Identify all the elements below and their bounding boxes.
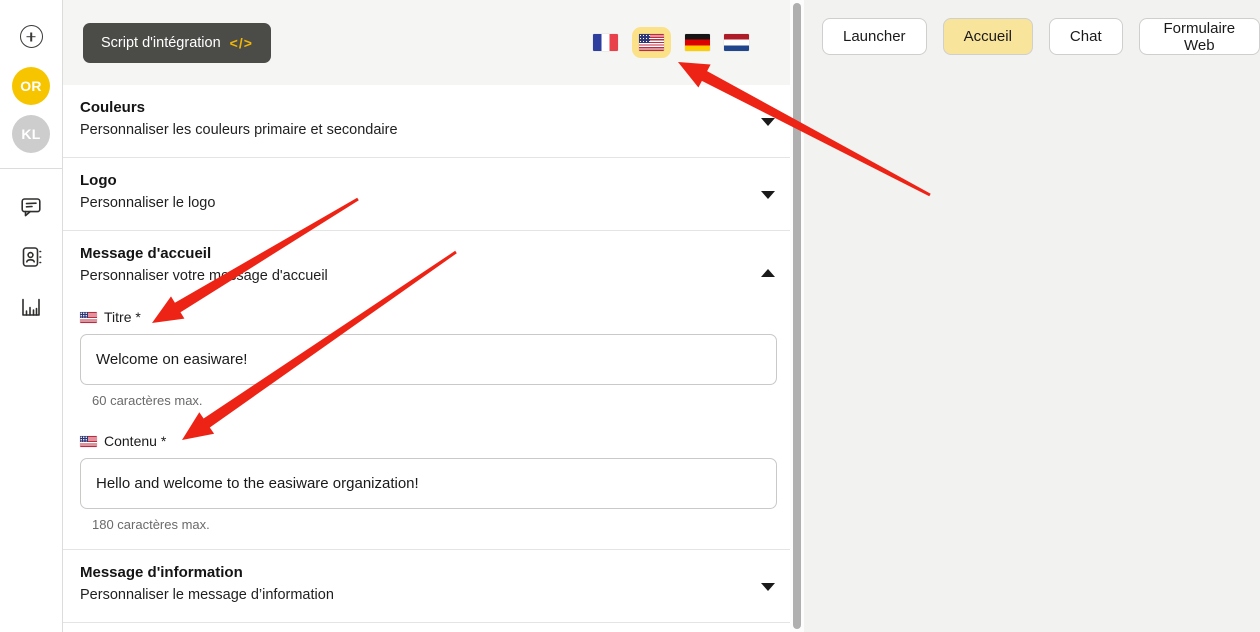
language-german[interactable]	[685, 34, 710, 51]
avatar-or[interactable]: OR	[12, 67, 50, 105]
section-title: Logo	[80, 170, 730, 191]
section-subtitle: Personnaliser le message d’information	[80, 585, 730, 605]
title-field-label-text: Titre *	[104, 309, 141, 325]
app-sidebar: OR KL	[0, 0, 63, 632]
title-field-label: Titre *	[80, 309, 730, 325]
section-title: Message d'accueil	[80, 243, 730, 264]
dutch-flag-icon	[724, 34, 749, 51]
tab-chat[interactable]: Chat	[1049, 18, 1123, 55]
us-flag-icon	[80, 312, 97, 323]
title-helper-text: 60 caractères max.	[92, 393, 730, 408]
preview-panel: Launcher Accueil Chat Formulaire Web	[804, 0, 1260, 632]
language-english-us[interactable]	[632, 27, 671, 58]
add-button[interactable]	[20, 25, 43, 48]
chat-bubble-icon[interactable]	[19, 195, 43, 219]
language-french[interactable]	[593, 34, 618, 51]
chevron-down-icon	[761, 583, 775, 591]
code-icon: </>	[230, 35, 253, 51]
chevron-down-icon	[761, 118, 775, 126]
scrollbar-thumb[interactable]	[793, 3, 801, 629]
content-field-label: Contenu *	[80, 433, 730, 449]
chevron-up-icon	[761, 269, 775, 277]
section-couleurs[interactable]: Couleurs Personnaliser les couleurs prim…	[63, 85, 790, 158]
tab-formulaire-web[interactable]: Formulaire Web	[1139, 18, 1260, 55]
section-title: Couleurs	[80, 97, 730, 118]
scrollbar-track[interactable]	[790, 0, 804, 632]
integration-script-button[interactable]: Script d'intégration </>	[83, 23, 271, 63]
french-flag-icon	[593, 34, 618, 51]
us-flag-icon	[80, 436, 97, 447]
section-subtitle: Personnaliser votre message d'accueil	[80, 266, 730, 286]
settings-panel: Script d'intégration </> Couleurs Person…	[63, 0, 790, 632]
preview-tabs: Launcher Accueil Chat Formulaire Web	[804, 0, 1260, 55]
panel-header: Script d'intégration </>	[63, 0, 790, 85]
tab-accueil[interactable]: Accueil	[943, 18, 1033, 55]
bar-chart-icon[interactable]	[19, 295, 43, 319]
content-field-label-text: Contenu *	[104, 433, 166, 449]
german-flag-icon	[685, 34, 710, 51]
section-subtitle: Personnaliser le logo	[80, 193, 730, 213]
sidebar-divider	[0, 168, 63, 169]
content-helper-text: 180 caractères max.	[92, 517, 730, 532]
language-switcher	[593, 27, 749, 58]
content-input[interactable]	[80, 458, 777, 509]
contacts-icon[interactable]	[19, 245, 43, 269]
section-title: Message d'information	[80, 562, 730, 583]
avatar-kl[interactable]: KL	[12, 115, 50, 153]
section-next-partial	[63, 623, 790, 632]
tab-launcher[interactable]: Launcher	[822, 18, 927, 55]
title-input[interactable]	[80, 334, 777, 385]
us-flag-icon	[639, 34, 664, 51]
section-message-accueil[interactable]: Message d'accueil Personnaliser votre me…	[63, 231, 790, 550]
section-message-information[interactable]: Message d'information Personnaliser le m…	[63, 550, 790, 623]
language-dutch[interactable]	[724, 34, 749, 51]
section-subtitle: Personnaliser les couleurs primaire et s…	[80, 120, 730, 140]
chevron-down-icon	[761, 191, 775, 199]
integration-script-label: Script d'intégration	[101, 35, 221, 51]
section-logo[interactable]: Logo Personnaliser le logo	[63, 158, 790, 231]
